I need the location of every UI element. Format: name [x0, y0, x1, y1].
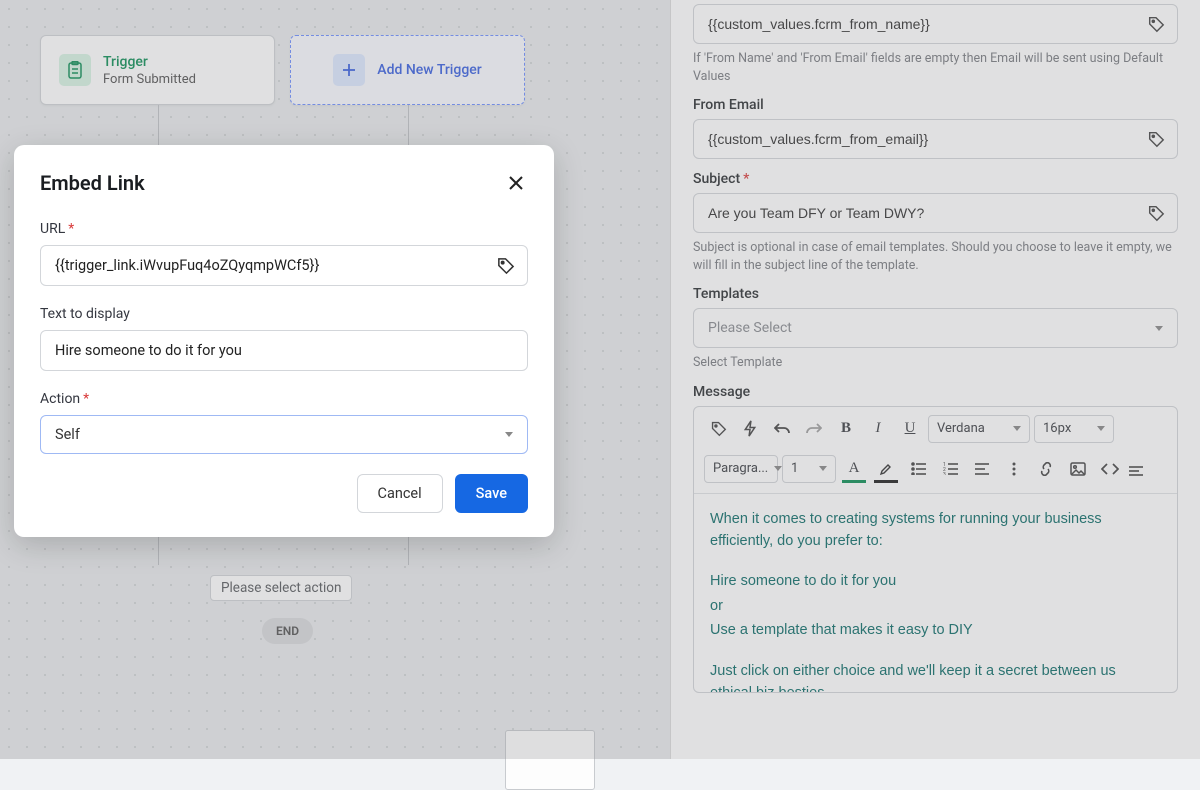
- line-height-select[interactable]: 1: [782, 455, 836, 483]
- from-name-help: If 'From Name' and 'From Email' fields a…: [693, 50, 1178, 85]
- templates-label: Templates: [693, 286, 1178, 302]
- plus-icon: [333, 54, 365, 86]
- highlight-color-button[interactable]: [872, 455, 900, 483]
- tag-icon[interactable]: [704, 415, 732, 443]
- action-placeholder[interactable]: Please select action: [210, 575, 352, 601]
- tag-icon[interactable]: [1135, 130, 1177, 148]
- templates-help: Select Template: [693, 354, 1178, 372]
- from-email-input[interactable]: [694, 120, 1135, 158]
- from-name-input[interactable]: [694, 5, 1135, 43]
- clear-format-button[interactable]: [1128, 457, 1167, 485]
- from-name-input-wrap[interactable]: [693, 4, 1178, 44]
- action-select[interactable]: Self: [40, 415, 528, 454]
- close-button[interactable]: [504, 171, 528, 195]
- message-line: Hire someone to do it for you: [710, 570, 1161, 592]
- link-button[interactable]: [1032, 455, 1060, 483]
- font-size-select[interactable]: 16px: [1034, 415, 1114, 443]
- svg-text:3: 3: [943, 472, 946, 475]
- align-button[interactable]: [968, 455, 996, 483]
- message-line: Use a template that makes it easy to DIY: [710, 619, 1161, 641]
- end-node: END: [262, 618, 313, 644]
- message-line: Just click on either choice and we'll ke…: [710, 660, 1161, 692]
- action-label: Action*: [40, 391, 528, 407]
- underline-button[interactable]: U: [896, 415, 924, 443]
- add-trigger-label: Add New Trigger: [377, 62, 481, 78]
- message-line: or: [710, 595, 1161, 617]
- rich-text-editor: B I U Verdana 16px Paragra... 1 A: [693, 406, 1178, 693]
- save-button[interactable]: Save: [455, 474, 528, 513]
- url-input[interactable]: [41, 246, 484, 285]
- chevron-down-icon: [1097, 426, 1105, 431]
- email-settings-panel: If 'From Name' and 'From Email' fields a…: [670, 0, 1200, 759]
- action-value: Self: [55, 426, 80, 443]
- add-trigger-node[interactable]: Add New Trigger: [290, 35, 525, 105]
- more-options-button[interactable]: [1000, 455, 1028, 483]
- templates-select[interactable]: Please Select: [693, 308, 1178, 348]
- minimap-thumbnail[interactable]: [505, 730, 595, 790]
- chevron-down-icon: [1155, 326, 1163, 331]
- subject-input[interactable]: [694, 194, 1135, 232]
- clipboard-icon: [59, 54, 91, 86]
- italic-button[interactable]: I: [864, 415, 892, 443]
- editor-toolbar: B I U Verdana 16px Paragra... 1 A: [694, 407, 1177, 494]
- chevron-down-icon: [819, 466, 827, 471]
- subject-help: Subject is optional in case of email tem…: [693, 239, 1178, 274]
- image-button[interactable]: [1064, 455, 1092, 483]
- trigger-title: Trigger: [103, 54, 196, 70]
- bold-button[interactable]: B: [832, 415, 860, 443]
- undo-icon[interactable]: [768, 415, 796, 443]
- message-label: Message: [693, 384, 1178, 400]
- text-color-button[interactable]: A: [840, 455, 868, 483]
- subject-input-wrap[interactable]: [693, 193, 1178, 233]
- paragraph-format-select[interactable]: Paragra...: [704, 455, 778, 483]
- ordered-list-button[interactable]: 123: [936, 455, 964, 483]
- bolt-icon[interactable]: [736, 415, 764, 443]
- redo-icon[interactable]: [800, 415, 828, 443]
- trigger-node[interactable]: Trigger Form Submitted: [40, 35, 275, 105]
- text-display-input-wrap[interactable]: [40, 330, 528, 371]
- templates-placeholder: Please Select: [708, 320, 792, 336]
- trigger-subtitle: Form Submitted: [103, 72, 196, 87]
- unordered-list-button[interactable]: [904, 455, 932, 483]
- tag-icon[interactable]: [1135, 204, 1177, 222]
- url-input-wrap[interactable]: [40, 245, 528, 286]
- font-family-select[interactable]: Verdana: [928, 415, 1030, 443]
- from-email-label: From Email: [693, 97, 1178, 113]
- url-label: URL*: [40, 221, 528, 237]
- tag-icon[interactable]: [484, 256, 527, 275]
- text-display-label: Text to display: [40, 306, 528, 322]
- subject-label: Subject*: [693, 171, 1178, 187]
- tag-icon[interactable]: [1135, 15, 1177, 33]
- chevron-down-icon: [1013, 426, 1021, 431]
- text-display-input[interactable]: [41, 331, 527, 370]
- from-email-input-wrap[interactable]: [693, 119, 1178, 159]
- modal-title: Embed Link: [40, 171, 145, 195]
- editor-content[interactable]: When it comes to creating systems for ru…: [694, 494, 1177, 692]
- cancel-button[interactable]: Cancel: [357, 474, 443, 513]
- code-button[interactable]: [1096, 455, 1124, 483]
- message-line: When it comes to creating systems for ru…: [710, 508, 1161, 553]
- chevron-down-icon: [505, 432, 513, 437]
- embed-link-modal: Embed Link URL* Text to display Action* …: [14, 145, 554, 537]
